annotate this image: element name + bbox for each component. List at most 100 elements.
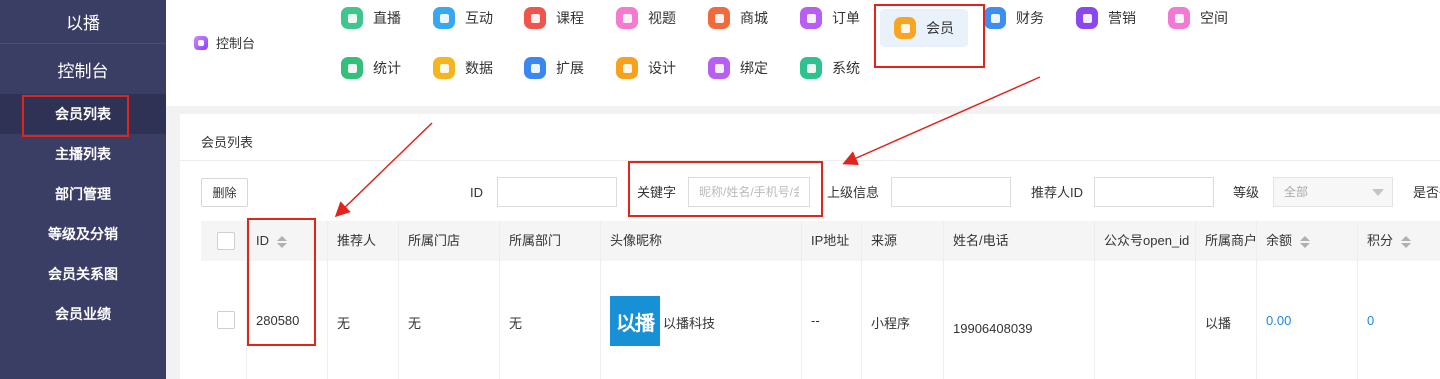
sidebar-item-member-graph[interactable]: 会员关系图 [0,254,166,294]
divider [180,160,1440,161]
row-referrer: 无 [337,316,351,331]
col-balance-label: 余额 [1266,233,1293,248]
sort-icon[interactable] [1401,235,1412,248]
nav-shop[interactable]: 商城 [708,7,768,29]
col-openid: 公众号open_id [1104,233,1190,248]
sidebar: 以播 控制台 会员列表 主播列表 部门管理 等级及分销 会员关系图 会员业绩 [0,0,166,379]
nav-stats-label: 统计 [373,60,401,76]
col-id[interactable]: ID [256,221,287,261]
design-icon [616,57,638,79]
brand-title: 以播 [0,0,166,44]
sidebar-console-title: 控制台 [57,61,109,81]
live-icon [341,7,363,29]
nav-interact-label: 互动 [465,10,493,26]
member-icon [894,17,916,39]
finance-icon [984,7,1006,29]
id-filter-input[interactable] [497,177,617,207]
row-checkbox[interactable] [217,311,235,329]
divider [600,221,601,379]
row-balance[interactable]: 0.00 [1266,313,1291,328]
row-nickname: 以播科技 [663,316,716,331]
marketing-icon [1076,7,1098,29]
nav-bind[interactable]: 绑定 [708,57,768,79]
sidebar-item-member-list[interactable]: 会员列表 [0,94,166,134]
referrer-filter-input[interactable] [1094,177,1214,207]
sidebar-item-level-distribution[interactable]: 等级及分销 [0,214,166,254]
divider [1357,221,1358,379]
shop-icon [708,7,730,29]
book-icon [524,7,546,29]
nav-stats[interactable]: 统计 [341,57,401,79]
divider [943,221,944,379]
select-all-checkbox[interactable] [217,232,235,250]
nav-shop-label: 商城 [740,10,768,26]
col-department: 所属部门 [509,233,562,248]
order-icon [800,7,822,29]
sort-icon[interactable] [277,235,287,248]
divider [861,221,862,379]
col-points-label: 积分 [1367,233,1394,248]
avatar: 以播 [610,296,660,346]
col-avatar-nickname: 头像昵称 [610,233,663,248]
row-merchant: 以播 [1205,316,1232,331]
nav-course[interactable]: 课程 [524,7,584,29]
sort-icon[interactable] [1300,235,1311,248]
row-store: 无 [408,316,422,331]
system-icon [800,57,822,79]
row-id: 280580 [256,313,300,328]
col-source: 来源 [871,233,898,248]
space-icon [1168,7,1190,29]
sidebar-item-member-performance[interactable]: 会员业绩 [0,294,166,334]
col-points[interactable]: 积分 [1367,221,1412,261]
nav-interact[interactable]: 互动 [433,7,493,29]
nav-marketing[interactable]: 营销 [1076,7,1136,29]
nav-live[interactable]: 直播 [341,7,401,29]
row-department: 无 [509,316,523,331]
nav-design-label: 设计 [648,60,676,76]
divider [398,221,399,379]
nav-video[interactable]: 视题 [616,7,676,29]
keyword-filter-input[interactable] [688,177,810,207]
nav-system-label: 系统 [832,60,860,76]
divider [1094,221,1095,379]
divider [1256,221,1257,379]
nav-finance-label: 财务 [1016,10,1044,26]
divider [1195,221,1196,379]
nav-order[interactable]: 订单 [800,7,860,29]
top-nav: 控制台 直播 互动 课程 视题 商城 订单 会员 财务 营销 空间 统计 数据 … [166,0,1440,106]
nav-extend[interactable]: 扩展 [524,57,584,79]
divider [246,221,247,379]
col-id-label: ID [256,233,269,248]
row-points[interactable]: 0 [1367,313,1374,328]
stats-icon [341,57,363,79]
nav-marketing-label: 营销 [1108,10,1136,26]
nav-design[interactable]: 设计 [616,57,676,79]
video-icon [616,7,638,29]
nav-space[interactable]: 空间 [1168,7,1228,29]
referrer-filter-label: 推荐人ID [1031,185,1084,200]
divider [801,221,802,379]
nav-data-label: 数据 [465,60,493,76]
row-source: 小程序 [871,316,911,331]
sidebar-item-anchor-list[interactable]: 主播列表 [0,134,166,174]
row-ip: -- [811,313,820,328]
extend-icon [524,57,546,79]
level-select[interactable]: 全部 [1273,177,1393,207]
link-icon [708,57,730,79]
console-link[interactable]: 控制台 [194,33,255,52]
id-filter-label: ID [470,185,483,200]
col-balance[interactable]: 余额 [1266,221,1311,261]
parent-filter-label: 上级信息 [827,185,880,200]
nav-finance[interactable]: 财务 [984,7,1044,29]
nav-system[interactable]: 系统 [800,57,860,79]
nav-live-label: 直播 [373,10,401,26]
divider [499,221,500,379]
console-link-label: 控制台 [216,36,256,51]
delete-button[interactable]: 删除 [201,178,248,207]
sidebar-item-department[interactable]: 部门管理 [0,174,166,214]
nav-extend-label: 扩展 [556,60,584,76]
nav-data[interactable]: 数据 [433,57,493,79]
chat-icon [433,7,455,29]
parent-filter-input[interactable] [891,177,1011,207]
nav-member[interactable]: 会员 [880,9,968,47]
